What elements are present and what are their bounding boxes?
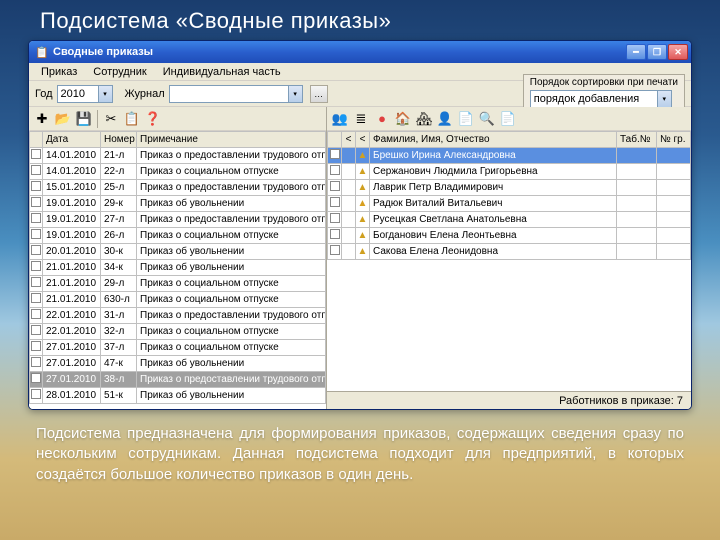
doc2-icon[interactable]: 📄 — [498, 109, 518, 129]
table-row[interactable]: 22.01.201031-лПриказ о предоставлении тр… — [30, 308, 326, 324]
table-row[interactable]: ▲Радюк Виталий Витальевич — [328, 196, 691, 212]
slide-title: Подсистема «Сводные приказы» — [40, 8, 692, 34]
menu-order[interactable]: Приказ — [33, 64, 85, 80]
employees-toolbar: 👥 ≣ ● 🏠 🏘 👤 📄 🔍 📄 — [327, 107, 691, 131]
table-row[interactable]: ▲Богданович Елена Леонтьевна — [328, 228, 691, 244]
menu-employee[interactable]: Сотрудник — [85, 64, 154, 80]
maximize-button[interactable]: ❐ — [647, 44, 667, 60]
table-row[interactable]: 14.01.201022-лПриказ о социальном отпуск… — [30, 164, 326, 180]
col-flag2[interactable]: < — [356, 132, 370, 148]
orders-toolbar: ✚ 📂 💾 ✂ 📋 ❓ — [29, 107, 326, 131]
close-button[interactable]: ✕ — [668, 44, 688, 60]
minimize-button[interactable]: ━ — [626, 44, 646, 60]
group-icon[interactable]: 👥 — [330, 109, 350, 129]
col-tab[interactable]: Таб.№ — [617, 132, 657, 148]
table-row[interactable]: ▲Сакова Елена Леонидовна — [328, 244, 691, 260]
red-dot-icon[interactable]: ● — [372, 109, 392, 129]
search-icon[interactable]: 🔍 — [477, 109, 497, 129]
orders-pane: ✚ 📂 💾 ✂ 📋 ❓ Дата Номер П — [29, 107, 327, 409]
col-grp[interactable]: № гр. — [657, 132, 691, 148]
new-icon[interactable]: ✚ — [32, 109, 52, 129]
copy-icon[interactable]: 📋 — [122, 109, 142, 129]
status-count: Работников в приказе: 7 — [559, 395, 683, 407]
col-flag1[interactable]: < — [342, 132, 356, 148]
employees-pane: 👥 ≣ ● 🏠 🏘 👤 📄 🔍 📄 < — [327, 107, 691, 409]
table-row[interactable]: 21.01.2010630-лПриказ о социальном отпус… — [30, 292, 326, 308]
col-date[interactable]: Дата — [43, 132, 101, 148]
col-fio[interactable]: Фамилия, Имя, Отчество — [370, 132, 617, 148]
houses-icon[interactable]: 🏘 — [414, 109, 434, 129]
status-bar: Работников в приказе: 7 — [327, 391, 691, 409]
list-icon[interactable]: ≣ — [351, 109, 371, 129]
employees-grid[interactable]: < < Фамилия, Имя, Отчество Таб.№ № гр. ▲… — [327, 131, 691, 391]
doc-icon[interactable]: 📄 — [456, 109, 476, 129]
app-icon: 📋 — [35, 45, 49, 59]
window-title: Сводные приказы — [53, 46, 626, 58]
app-window: 📋 Сводные приказы ━ ❐ ✕ Приказ Сотрудник… — [28, 40, 692, 410]
journal-browse-button[interactable]: … — [310, 85, 328, 103]
journal-input[interactable] — [169, 85, 289, 103]
sort-dropdown-icon[interactable]: ▾ — [658, 90, 672, 108]
table-row[interactable]: ▲Сержанович Людмила Григорьевна — [328, 164, 691, 180]
table-row[interactable]: ▲Лаврик Петр Владимирович — [328, 180, 691, 196]
cut-icon[interactable]: ✂ — [101, 109, 121, 129]
journal-label: Журнал — [125, 88, 165, 100]
table-row[interactable]: 19.01.201029-кПриказ об увольнении — [30, 196, 326, 212]
col-check[interactable] — [30, 132, 43, 148]
year-dropdown-icon[interactable]: ▾ — [99, 85, 113, 103]
help-icon[interactable]: ❓ — [143, 109, 163, 129]
sort-input[interactable] — [530, 90, 658, 108]
save-icon[interactable]: 💾 — [74, 109, 94, 129]
open-icon[interactable]: 📂 — [53, 109, 73, 129]
table-row[interactable]: 14.01.201021-лПриказ о предоставлении тр… — [30, 148, 326, 164]
table-row[interactable]: 19.01.201027-лПриказ о предоставлении тр… — [30, 212, 326, 228]
table-row[interactable]: 22.01.201032-лПриказ о социальном отпуск… — [30, 324, 326, 340]
table-row[interactable]: 27.01.201047-кПриказ об увольнении — [30, 356, 326, 372]
col-check-r[interactable] — [328, 132, 342, 148]
table-row[interactable]: ▲Брешко Ирина Александровна — [328, 148, 691, 164]
col-note[interactable]: Примечание — [137, 132, 326, 148]
table-row[interactable]: 27.01.201037-лПриказ о социальном отпуск… — [30, 340, 326, 356]
table-row[interactable]: 19.01.201026-лПриказ о социальном отпуск… — [30, 228, 326, 244]
orders-grid[interactable]: Дата Номер Примечание 14.01.201021-лПрик… — [29, 131, 326, 409]
table-row[interactable]: ▲Русецкая Светлана Анатольевна — [328, 212, 691, 228]
table-row[interactable]: 28.01.201051-кПриказ об увольнении — [30, 388, 326, 404]
table-row[interactable]: 21.01.201034-кПриказ об увольнении — [30, 260, 326, 276]
slide-description: Подсистема предназначена для формировани… — [36, 424, 684, 485]
col-num[interactable]: Номер — [101, 132, 137, 148]
filter-bar: Год ▾ Журнал ▾ … Порядок сортировки при … — [29, 81, 691, 107]
titlebar[interactable]: 📋 Сводные приказы ━ ❐ ✕ — [29, 41, 691, 63]
table-row[interactable]: 27.01.201038-лПриказ о предоставлении тр… — [30, 372, 326, 388]
menu-indiv[interactable]: Индивидуальная часть — [155, 64, 289, 80]
table-row[interactable]: 21.01.201029-лПриказ о социальном отпуск… — [30, 276, 326, 292]
year-input[interactable] — [57, 85, 99, 103]
table-row[interactable]: 20.01.201030-кПриказ об увольнении — [30, 244, 326, 260]
person-icon[interactable]: 👤 — [435, 109, 455, 129]
year-label: Год — [35, 88, 53, 100]
house-icon[interactable]: 🏠 — [393, 109, 413, 129]
sort-caption: Порядок сортировки при печати — [530, 77, 678, 88]
table-row[interactable]: 15.01.201025-лПриказ о предоставлении тр… — [30, 180, 326, 196]
journal-dropdown-icon[interactable]: ▾ — [289, 85, 303, 103]
